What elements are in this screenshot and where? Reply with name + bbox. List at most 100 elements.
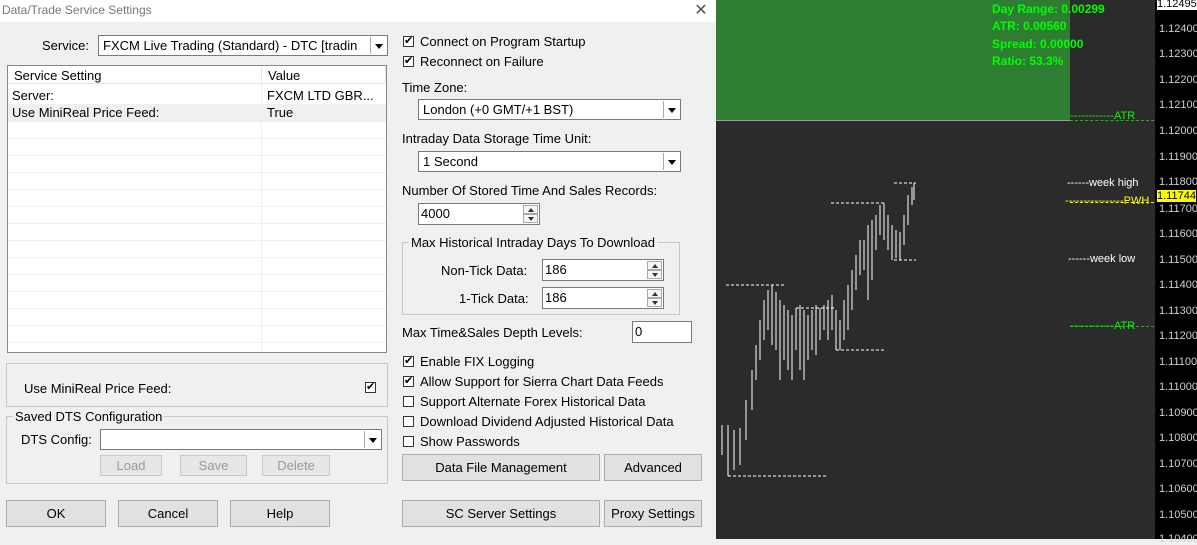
one-tick-stepper[interactable]: 186 bbox=[542, 287, 664, 309]
spin-down-icon[interactable] bbox=[647, 270, 662, 279]
row-setting: Server: bbox=[12, 88, 54, 103]
price-tick: 1.10500 bbox=[1159, 509, 1197, 521]
stored-records-stepper[interactable]: 4000 bbox=[418, 203, 540, 225]
current-price-tick: 1.12495 bbox=[1157, 0, 1197, 10]
time-zone-value: London (+0 GMT/+1 BST) bbox=[423, 102, 574, 117]
price-tick: 1.10700 bbox=[1159, 458, 1197, 470]
price-tick: 1.11000 bbox=[1159, 381, 1197, 393]
table-row[interactable]: Use MiniReal Price Feed: True bbox=[8, 105, 386, 122]
non-tick-value: 186 bbox=[545, 262, 567, 277]
load-button[interactable]: Load bbox=[100, 455, 162, 476]
reconnect-failure-checkbox[interactable] bbox=[403, 54, 414, 68]
dts-config-select[interactable] bbox=[100, 429, 382, 450]
price-tick: 1.10600 bbox=[1159, 483, 1197, 495]
depth-levels-input[interactable]: 0 bbox=[632, 321, 692, 343]
connect-startup-label: Connect on Program Startup bbox=[420, 34, 586, 49]
chevron-down-icon[interactable] bbox=[370, 37, 386, 54]
row-value: FXCM LTD GBR... bbox=[267, 88, 374, 103]
show-passwords-label: Show Passwords bbox=[420, 434, 520, 449]
price-bars bbox=[721, 182, 916, 477]
depth-levels-label: Max Time&Sales Depth Levels: bbox=[402, 325, 583, 340]
price-tick: 1.11500 bbox=[1159, 254, 1197, 266]
fix-logging-label: Enable FIX Logging bbox=[420, 354, 535, 369]
intraday-unit-label: Intraday Data Storage Time Unit: bbox=[402, 131, 592, 146]
title-bar: Data/Trade Service Settings ✕ bbox=[0, 0, 716, 22]
reconnect-failure-label: Reconnect on Failure bbox=[420, 54, 544, 69]
non-tick-label: Non-Tick Data: bbox=[441, 263, 528, 278]
price-tick: 1.11100 bbox=[1159, 356, 1197, 368]
price-tick: 1.12000 bbox=[1159, 125, 1197, 137]
spin-down-icon[interactable] bbox=[647, 298, 662, 307]
service-select-value: FXCM Live Trading (Standard) - DTC [trad… bbox=[103, 38, 358, 53]
pwh-label: ----------------PWH bbox=[1065, 195, 1150, 207]
non-tick-stepper[interactable]: 186 bbox=[542, 259, 664, 281]
price-tick: 1.11200 bbox=[1159, 330, 1197, 342]
one-tick-label: 1-Tick Data: bbox=[459, 291, 529, 306]
service-settings-table[interactable]: Service Setting Value Server: FXCM LTD G… bbox=[7, 65, 387, 353]
dts-config-label: DTS Config: bbox=[21, 432, 92, 447]
price-tick: 1.11800 bbox=[1159, 176, 1197, 188]
connect-startup-checkbox[interactable] bbox=[403, 34, 414, 48]
stored-records-value: 4000 bbox=[421, 206, 450, 221]
price-chart[interactable] bbox=[716, 0, 1197, 539]
stored-records-label: Number Of Stored Time And Sales Records: bbox=[402, 183, 658, 198]
dividend-label: Download Dividend Adjusted Historical Da… bbox=[420, 414, 674, 429]
row-setting: Use MiniReal Price Feed: bbox=[12, 105, 160, 120]
row-value: True bbox=[267, 105, 294, 120]
one-tick-value: 186 bbox=[545, 290, 567, 305]
spin-up-icon[interactable] bbox=[647, 261, 662, 270]
close-icon[interactable]: ✕ bbox=[690, 0, 712, 22]
chevron-down-icon[interactable] bbox=[663, 101, 679, 118]
chevron-down-icon[interactable] bbox=[364, 431, 380, 448]
time-zone-label: Time Zone: bbox=[402, 80, 468, 95]
help-button[interactable]: Help bbox=[230, 500, 330, 527]
spin-down-icon[interactable] bbox=[523, 214, 538, 223]
delete-button[interactable]: Delete bbox=[262, 455, 330, 476]
info-atr: ATR: 0.00560 bbox=[992, 19, 1067, 33]
column-header-value[interactable]: Value bbox=[262, 66, 386, 84]
window-title: Data/Trade Service Settings bbox=[2, 3, 152, 17]
price-tick: 1.11600 bbox=[1159, 228, 1197, 240]
service-label: Service: bbox=[42, 38, 89, 53]
column-header-setting[interactable]: Service Setting bbox=[8, 66, 262, 84]
chevron-down-icon[interactable] bbox=[663, 153, 679, 170]
advanced-button[interactable]: Advanced bbox=[604, 454, 702, 481]
save-button[interactable]: Save bbox=[180, 455, 247, 476]
sierra-feeds-label: Allow Support for Sierra Chart Data Feed… bbox=[420, 374, 664, 389]
price-tick: 1.12100 bbox=[1159, 99, 1197, 111]
price-tick: 1.12400 bbox=[1159, 23, 1197, 35]
data-file-management-button[interactable]: Data File Management bbox=[402, 454, 600, 481]
time-zone-select[interactable]: London (+0 GMT/+1 BST) bbox=[418, 99, 681, 120]
proxy-settings-button[interactable]: Proxy Settings bbox=[604, 500, 702, 527]
price-tick: 1.11400 bbox=[1159, 279, 1197, 291]
table-row[interactable]: Server: FXCM LTD GBR... bbox=[8, 88, 386, 105]
alt-forex-checkbox[interactable] bbox=[403, 396, 414, 407]
alt-forex-label: Support Alternate Forex Historical Data bbox=[420, 394, 646, 409]
atr-bottom-label: ------------ATR bbox=[1070, 320, 1136, 332]
last-price-marker: 1.11744 bbox=[1157, 190, 1196, 202]
sierra-feeds-checkbox[interactable] bbox=[403, 374, 414, 388]
show-passwords-checkbox[interactable] bbox=[403, 436, 414, 447]
spin-up-icon[interactable] bbox=[647, 289, 662, 298]
price-tick: 1.12300 bbox=[1159, 48, 1197, 60]
week-high-label: ------week high bbox=[1067, 177, 1139, 189]
sc-server-settings-button[interactable]: SC Server Settings bbox=[402, 500, 600, 527]
info-spread: Spread: 0.00000 bbox=[992, 37, 1084, 51]
ok-button[interactable]: OK bbox=[6, 500, 106, 527]
atr-top-label: ------------ATR bbox=[1070, 110, 1136, 122]
settings-dialog: Data/Trade Service Settings ✕ Service: F… bbox=[0, 0, 716, 539]
cancel-button[interactable]: Cancel bbox=[118, 500, 218, 527]
dividend-checkbox[interactable] bbox=[403, 416, 414, 427]
max-days-legend: Max Historical Intraday Days To Download bbox=[409, 235, 657, 250]
intraday-unit-select[interactable]: 1 Second bbox=[418, 151, 681, 172]
minireal-checkbox[interactable] bbox=[365, 380, 376, 394]
price-tick: 1.10800 bbox=[1159, 432, 1197, 444]
spin-up-icon[interactable] bbox=[523, 205, 538, 214]
service-select[interactable]: FXCM Live Trading (Standard) - DTC [trad… bbox=[98, 35, 388, 56]
price-tick: 1.10400 bbox=[1159, 533, 1197, 545]
price-tick: 1.12200 bbox=[1159, 74, 1197, 86]
depth-levels-value: 0 bbox=[635, 324, 643, 339]
price-tick: 1.10900 bbox=[1159, 407, 1197, 419]
minireal-label: Use MiniReal Price Feed: bbox=[24, 381, 172, 396]
fix-logging-checkbox[interactable] bbox=[403, 354, 414, 368]
